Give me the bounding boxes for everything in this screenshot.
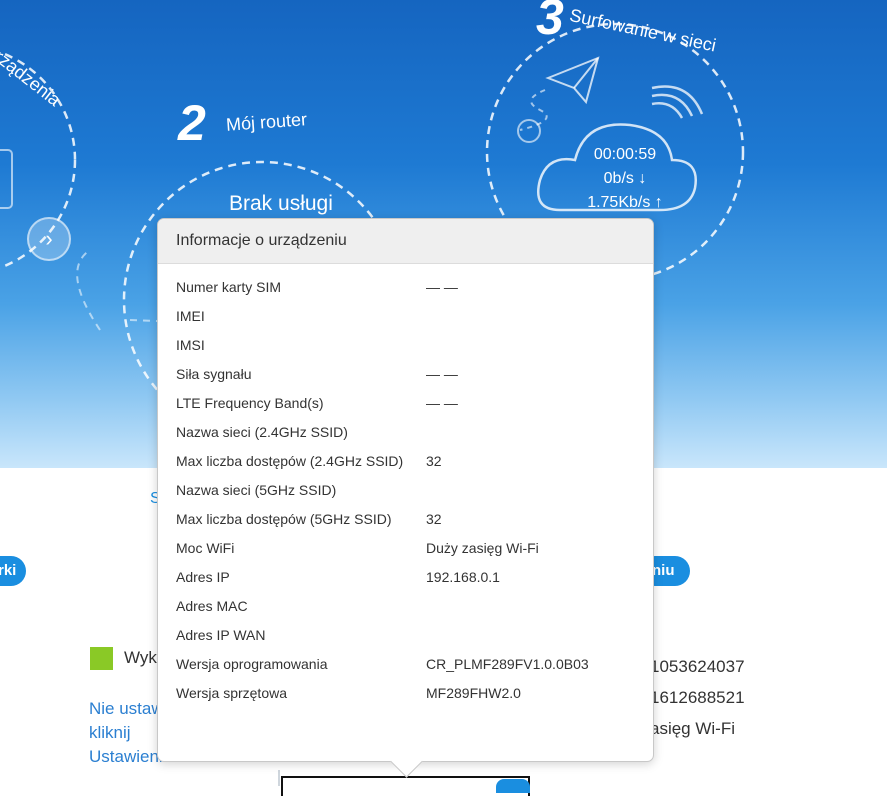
info-label: Wersja sprzętowa <box>176 685 288 701</box>
info-row: Wersja sprzętowa MF289FHW2.0 <box>176 679 653 708</box>
divider <box>278 770 280 786</box>
info-value: 32 <box>426 511 442 527</box>
right-value-2: 1612688521 <box>650 688 745 707</box>
info-row: Adres IP WAN <box>176 621 653 650</box>
status-text: Wyk <box>124 648 157 667</box>
next-arrow-button[interactable]: › <box>27 217 71 261</box>
status-indicator <box>90 647 113 670</box>
info-label: Wersja oprogramowania <box>176 656 328 672</box>
info-row: IMEI <box>176 302 653 331</box>
info-label: Nazwa sieci (5GHz SSID) <box>176 482 337 498</box>
info-label: Max liczba dostępów (2.4GHz SSID) <box>176 453 404 469</box>
info-value <box>426 305 653 327</box>
right-value-1: 1053624037 <box>650 657 745 676</box>
info-value: MF289FHW2.0 <box>426 685 521 701</box>
traffic-stats: 00:00:59 0b/s ↓ 1.75Kb/s ↑ <box>560 143 690 215</box>
info-row: Nazwa sieci (5GHz SSID) <box>176 476 653 505</box>
info-value <box>426 334 653 356</box>
info-row: Adres IP 192.168.0.1 <box>176 563 653 592</box>
plane-trail <box>519 89 548 131</box>
info-row: Moc WiFi Duży zasięg Wi-Fi <box>176 534 653 563</box>
info-value: 192.168.0.1 <box>426 569 500 585</box>
left-pill-button[interactable]: rki <box>0 556 26 586</box>
info-row: Nazwa sieci (2.4GHz SSID) <box>176 418 653 447</box>
info-row: Siła sygnału — — <box>176 360 653 389</box>
info-value: — — <box>426 395 458 411</box>
info-row: Adres MAC <box>176 592 653 621</box>
info-row: Numer karty SIM — — <box>176 273 653 302</box>
device-info-popup: Informacje o urządzeniu Numer karty SIM … <box>157 218 654 778</box>
info-row: IMSI <box>176 331 653 360</box>
info-label: Siła sygnału <box>176 366 252 382</box>
info-label: Numer karty SIM <box>176 279 282 295</box>
info-value: Duży zasięg Wi-Fi <box>426 540 539 556</box>
info-row: LTE Frequency Band(s) — — <box>176 389 653 418</box>
info-value: — — <box>426 366 458 382</box>
info-value <box>426 421 653 443</box>
info-label: Adres MAC <box>176 598 248 614</box>
popup-body: Numer karty SIM — — IMEI IMSI Siła sygna… <box>158 264 653 708</box>
info-label: Adres IP WAN <box>176 627 266 643</box>
step2-number: 2 <box>178 95 206 151</box>
info-value <box>426 624 653 646</box>
bottom-input[interactable] <box>281 776 530 796</box>
info-row: Wersja oprogramowania CR_PLMF289FV1.0.0B… <box>176 650 653 679</box>
info-row: Max liczba dostępów (5GHz SSID) 32 <box>176 505 653 534</box>
paper-plane-icon <box>545 56 600 105</box>
connection-duration: 00:00:59 <box>593 146 657 163</box>
info-label: Nazwa sieci (2.4GHz SSID) <box>176 424 348 440</box>
info-value <box>426 479 653 501</box>
wifi-signal-icon <box>651 85 704 119</box>
small-circle <box>517 119 541 143</box>
info-label: Adres IP <box>176 569 230 585</box>
info-row: Max liczba dostępów (2.4GHz SSID) 32 <box>176 447 653 476</box>
info-label: IMSI <box>176 337 205 353</box>
right-value-3: asięg Wi-Fi <box>650 719 736 738</box>
info-value <box>426 595 653 617</box>
popup-pointer <box>390 745 423 778</box>
device-icon <box>0 149 13 209</box>
bottom-toggle[interactable] <box>496 779 530 793</box>
upload-speed: 1.75Kb/s ↑ <box>587 194 663 211</box>
info-value: CR_PLMF289FV1.0.0B03 <box>426 656 589 672</box>
download-speed: 0b/s ↓ <box>603 170 647 187</box>
popup-title: Informacje o urządzeniu <box>158 219 653 264</box>
info-value: — — <box>426 279 458 295</box>
info-label: IMEI <box>176 308 205 324</box>
info-label: Max liczba dostępów (5GHz SSID) <box>176 511 392 527</box>
chevron-right-icon: › <box>45 226 53 251</box>
router-status: Brak usługi <box>229 192 333 215</box>
step3-number: 3 <box>536 0 564 45</box>
info-value: 32 <box>426 453 442 469</box>
info-label: Moc WiFi <box>176 540 235 556</box>
info-label: LTE Frequency Band(s) <box>176 395 324 411</box>
right-values: 1053624037 1612688521 asięg Wi-Fi <box>650 651 745 744</box>
